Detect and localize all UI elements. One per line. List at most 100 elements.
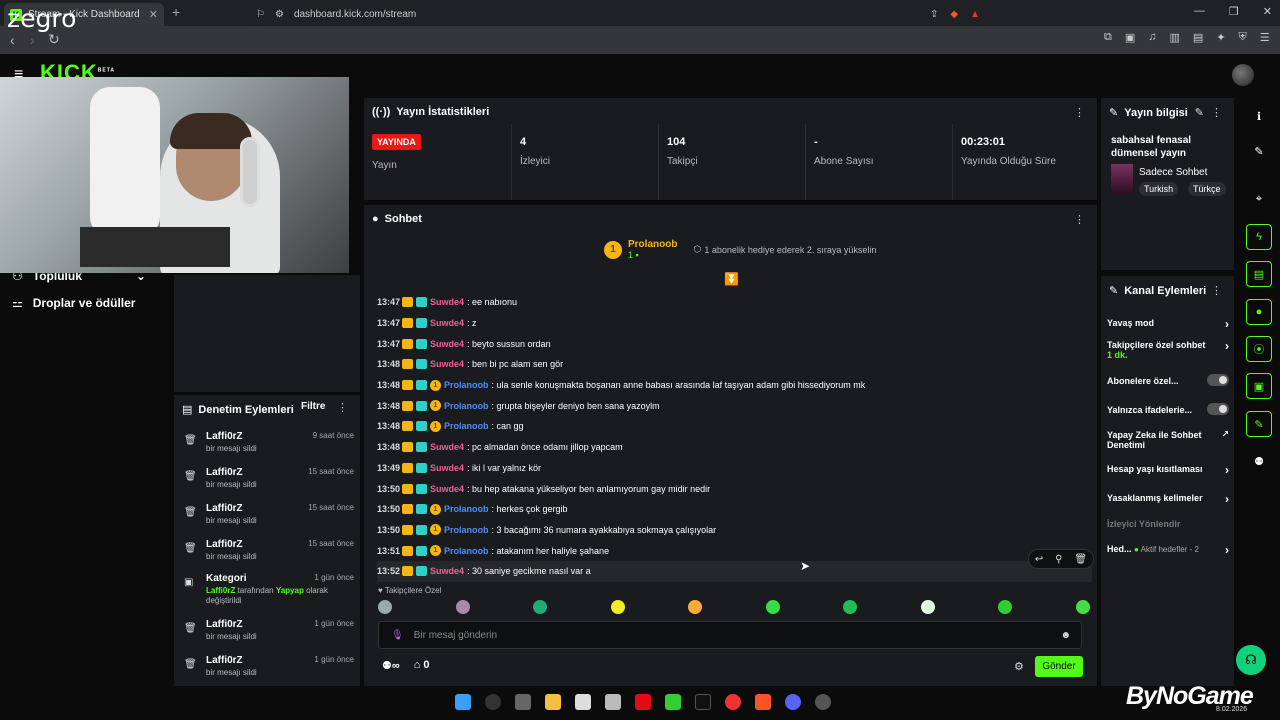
add-widget-icon[interactable]: ⚉ [1246, 448, 1272, 474]
emote-icon[interactable] [843, 600, 858, 614]
screenshot-icon[interactable]: ▣ [1125, 31, 1135, 44]
chat-message-input[interactable]: 🎙 Bir mesaj gönderin ☻ [378, 621, 1082, 649]
chat-icon[interactable]: ● [1246, 299, 1272, 325]
reply-icon[interactable]: ↩ [1035, 554, 1043, 565]
chat-settings-icon[interactable]: ⚙ [1014, 660, 1024, 673]
channel-action[interactable]: Yasaklanmış kelimeler › [1107, 492, 1229, 506]
emote-icon[interactable] [998, 600, 1013, 614]
message-username[interactable]: Prolanoob [444, 525, 489, 535]
bookmark-icon[interactable]: ⚐ [256, 9, 265, 20]
channel-points-icon[interactable]: ⚉∞ [382, 659, 400, 672]
message-username[interactable]: Suwde4 [430, 359, 464, 369]
restore-icon[interactable]: ❐ [1229, 5, 1239, 18]
site-settings-icon[interactable]: ⚙ [275, 9, 284, 20]
edit-icon[interactable]: ✎ [1246, 138, 1272, 164]
emote-icon[interactable] [920, 600, 935, 614]
chat-message[interactable]: 13:47 Suwde4: beyto sussun ordan [377, 333, 1092, 354]
emote-icon[interactable] [455, 600, 470, 614]
channel-action[interactable]: Hesap yaşı kısıtlaması › [1107, 463, 1229, 477]
info-icon[interactable]: ℹ [1246, 103, 1272, 129]
emote-icon[interactable] [765, 600, 780, 614]
brave-icon[interactable] [755, 694, 771, 710]
chat-message[interactable]: 13:48 Suwde4: ben bi pc alam sen gör [377, 354, 1092, 375]
more-options-icon[interactable]: ⋮ [337, 401, 348, 414]
wallet-icon[interactable]: ▤ [1193, 31, 1203, 44]
channel-action[interactable]: Yapay Zeka ile Sohbet Denetimi ↗ [1107, 429, 1229, 450]
emote-icon[interactable] [533, 600, 548, 614]
sidebar-icon[interactable]: ▥ [1170, 31, 1180, 44]
delete-icon[interactable]: 🗑 [1074, 554, 1087, 565]
chat-message[interactable]: 13:49 Suwde4: iki l var yalnız kör [377, 458, 1092, 479]
chat-message[interactable]: 13:50 1 Prolanoob: 3 bacağımı 36 numara ay… [377, 520, 1092, 541]
chat-message[interactable]: 13:51 1 Prolanoob: atakanım her haliyle şa… [377, 540, 1092, 561]
url-field[interactable]: ⚐ ⚙ dashboard.kick.com/stream ⇪ ◆ ▲ [246, 3, 990, 25]
leo-ai-icon[interactable]: ✦ [1216, 31, 1225, 44]
chat-message[interactable]: 13:47 Suwde4: ee nabıonu [377, 292, 1092, 313]
back-icon[interactable]: ‹ [10, 32, 15, 48]
message-username[interactable]: Prolanoob [444, 421, 489, 431]
toggle-switch[interactable] [1207, 403, 1229, 415]
media-player-icon[interactable] [725, 694, 741, 710]
tradingview-icon[interactable] [695, 694, 711, 710]
steam-icon[interactable] [815, 694, 831, 710]
emote-icon[interactable] [378, 600, 392, 614]
close-tab-icon[interactable]: ✕ [149, 8, 158, 21]
minecraft-icon[interactable] [665, 694, 681, 710]
edit-icon[interactable]: ✎ [1195, 106, 1204, 119]
emote-icon[interactable] [1075, 600, 1090, 614]
more-options-icon[interactable]: ⋮ [1211, 284, 1222, 297]
nav-item-drops[interactable]: ⚍ Droplar ve ödüller [12, 296, 135, 310]
media-icon[interactable]: ♫ [1148, 31, 1156, 44]
chat-message[interactable]: 13:50 1 Prolanoob: herkes çok gergib [377, 499, 1092, 520]
brave-rewards-icon[interactable]: ▲ [970, 9, 980, 20]
chat-message[interactable]: 13:48 Suwde4: pc almadan önce odamı jillo… [377, 437, 1092, 458]
channel-action[interactable]: Takipçilere özel sohbet 1 dk. › [1107, 339, 1229, 360]
emote-icon[interactable] [688, 600, 703, 614]
pin-icon[interactable]: ⚲ [1055, 554, 1062, 565]
broadcast-icon[interactable]: ⦿ [1246, 336, 1272, 362]
store-icon[interactable]: ⌂ 0 [414, 659, 430, 672]
category-name[interactable]: Sadece Sohbet [1139, 167, 1207, 178]
lightning-icon[interactable]: ϟ [1246, 224, 1272, 250]
menu-icon[interactable]: ☰ [1260, 31, 1270, 44]
stream-tag[interactable]: Türkçe [1188, 182, 1226, 196]
app-icon[interactable] [575, 694, 591, 710]
close-window-icon[interactable]: ✕ [1263, 5, 1272, 18]
emote-icon[interactable] [610, 600, 625, 614]
search-icon[interactable] [485, 694, 501, 710]
more-options-icon[interactable]: ⋮ [1074, 213, 1085, 226]
message-username[interactable]: Suwde4 [430, 339, 464, 349]
netflix-icon[interactable] [635, 694, 651, 710]
more-options-icon[interactable]: ⋮ [1211, 106, 1222, 119]
new-tab-button[interactable]: + [172, 4, 180, 20]
chat-message[interactable]: 13:48 1 Prolanoob: grupta bişeyler deniyo … [377, 395, 1092, 416]
share-icon[interactable]: ⇪ [930, 9, 938, 20]
message-username[interactable]: Suwde4 [430, 297, 464, 307]
message-username[interactable]: Prolanoob [444, 504, 489, 514]
emoji-icon[interactable]: ☻ [1060, 630, 1071, 641]
message-username[interactable]: Suwde4 [430, 318, 464, 328]
filter-button[interactable]: Filtre [301, 401, 325, 412]
microphone-icon[interactable]: 🎙 [391, 630, 404, 641]
message-username[interactable]: Suwde4 [430, 566, 464, 576]
toggle-switch[interactable] [1207, 374, 1229, 386]
chat-message[interactable]: 13:48 1 Prolanoob: can gg [377, 416, 1092, 437]
document-icon[interactable]: ▤ [1246, 261, 1272, 287]
chat-message[interactable]: 13:47 Suwde4: z [377, 313, 1092, 334]
forward-icon[interactable]: › [30, 32, 35, 48]
stream-tag[interactable]: Turkish [1139, 182, 1179, 196]
chat-message[interactable]: 13:48 1 Prolanoob: ula senle konuşmakta bo… [377, 375, 1092, 396]
app-icon[interactable] [605, 694, 621, 710]
brave-shield-icon[interactable]: ◆ [950, 9, 958, 20]
channel-action[interactable]: Hed... ● Aktif hedefler - 2 › [1107, 543, 1229, 557]
channel-action[interactable]: Abonelere özel... [1107, 374, 1229, 386]
channel-action[interactable]: Yavaş mod › [1107, 317, 1229, 331]
message-username[interactable]: Suwde4 [430, 463, 464, 473]
windows-start-icon[interactable] [455, 694, 471, 710]
chat-filter-icon[interactable]: ⏬ [724, 272, 739, 286]
minimize-icon[interactable]: — [1194, 5, 1205, 18]
message-username[interactable]: Prolanoob [444, 380, 489, 390]
wrench-icon[interactable]: ✎ [1246, 411, 1272, 437]
message-username[interactable]: Prolanoob [444, 546, 489, 556]
extensions-icon[interactable]: ⧉ [1104, 31, 1112, 44]
